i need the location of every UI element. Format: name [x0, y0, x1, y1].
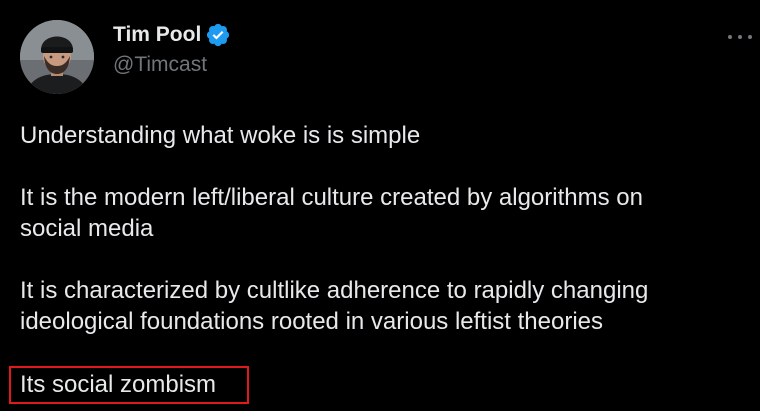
tweet-paragraph-1-line-1: Understanding what woke is is simple — [20, 122, 421, 149]
tweet-paragraph-3-line-1: It is characterized by cultlike adherenc… — [20, 277, 649, 304]
author-handle[interactable]: @Timcast — [113, 52, 231, 78]
tweet-paragraph-3-line-2: ideological foundations rooted in variou… — [20, 308, 604, 335]
tweet-paragraph-2-line-2: social media — [20, 215, 154, 242]
highlight-box — [9, 366, 249, 404]
avatar-photo-icon — [20, 20, 94, 94]
tweet-header: Tim Pool @Timcast — [20, 20, 231, 94]
tweet-paragraph-2-line-1: It is the modern left/liberal culture cr… — [20, 184, 643, 211]
display-name[interactable]: Tim Pool — [113, 22, 201, 48]
more-dot — [738, 35, 742, 39]
verified-badge-icon[interactable] — [205, 22, 231, 48]
tweet-text: Understanding what woke is is simple It … — [20, 120, 750, 337]
avatar[interactable] — [20, 20, 94, 94]
more-options-icon[interactable] — [728, 30, 752, 44]
more-dot — [728, 35, 732, 39]
display-name-row: Tim Pool — [113, 22, 231, 48]
tweet-card: Tim Pool @Timcast Understanding what wok… — [0, 0, 760, 411]
author-names: Tim Pool @Timcast — [113, 13, 231, 87]
more-dot — [748, 35, 752, 39]
